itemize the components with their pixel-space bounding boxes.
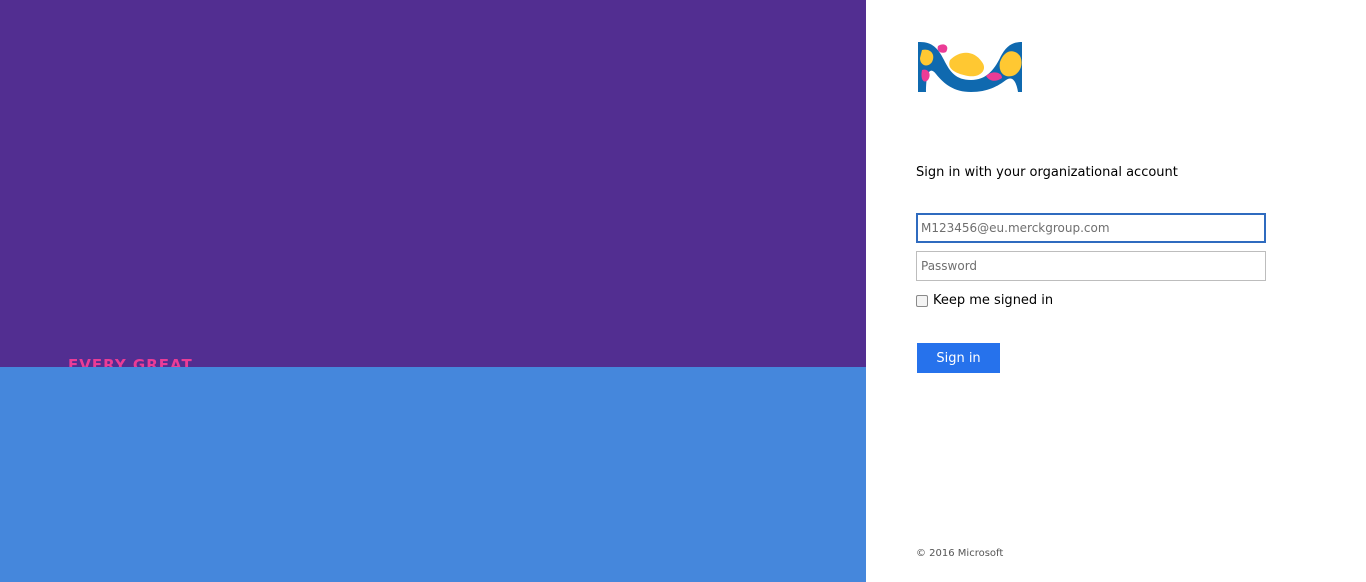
merck-logo-icon [916,40,1026,94]
username-field[interactable] [916,213,1266,243]
password-field[interactable] [916,251,1266,281]
copyright-footer: © 2016 Microsoft [916,548,1004,559]
sign-in-heading: Sign in with your organizational account [916,165,1178,180]
keep-signed-in-checkbox[interactable] [916,294,928,307]
purple-background-band [0,0,866,367]
keep-signed-in-row[interactable]: Keep me signed in [916,292,1053,309]
keep-signed-in-label[interactable]: Keep me signed in [933,293,1053,308]
tagline-text: EVERY GREAT [68,358,193,367]
login-panel: Sign in with your organizational account… [866,0,1366,582]
blue-background-band [0,367,866,582]
illustration-panel: EVERY GREAT [0,0,866,582]
sign-in-button[interactable]: Sign in [917,343,1000,373]
